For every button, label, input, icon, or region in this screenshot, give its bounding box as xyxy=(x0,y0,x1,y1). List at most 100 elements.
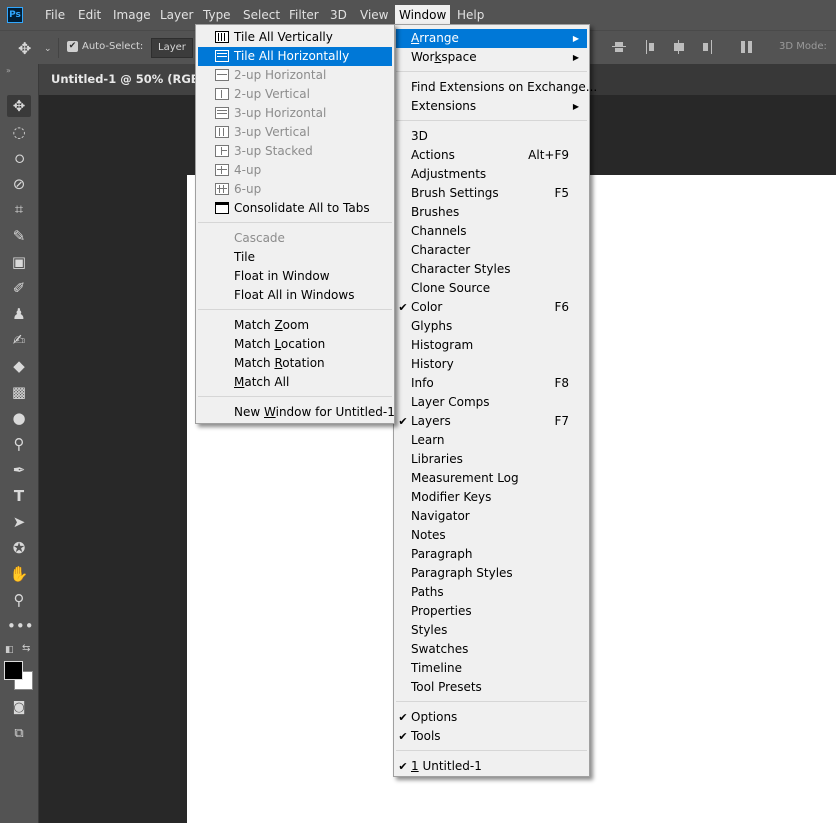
hand-tool-icon[interactable]: ✋ xyxy=(7,563,31,585)
quick-mask-icon[interactable]: ◙ xyxy=(7,697,31,719)
menu-item-swatches[interactable]: Swatches xyxy=(396,640,587,659)
menu-image[interactable]: Image xyxy=(113,7,151,23)
menu-item-info[interactable]: Info F8 xyxy=(396,374,587,393)
foreground-color-swatch[interactable] xyxy=(4,661,23,680)
more-tools-icon[interactable]: ••• xyxy=(7,615,34,637)
menu-file[interactable]: File xyxy=(45,7,65,23)
path-selection-tool-icon[interactable]: ➤ xyxy=(7,511,31,533)
menu-item-new-window-for-untitled-1[interactable]: New Window for Untitled-1 xyxy=(198,403,395,422)
menu-item-libraries[interactable]: Libraries xyxy=(396,450,587,469)
menu-item-modifier-keys[interactable]: Modifier Keys xyxy=(396,488,587,507)
move-tool-preset-icon[interactable]: ✥ xyxy=(18,40,36,58)
menu-item-3d[interactable]: 3D xyxy=(396,127,587,146)
shape-tool-icon[interactable]: ✪ xyxy=(7,537,31,559)
menu-item-notes[interactable]: Notes xyxy=(396,526,587,545)
menu-item-consolidate-all-to-tabs[interactable]: Consolidate All to Tabs xyxy=(198,199,392,218)
quick-selection-tool-icon[interactable]: ⊘ xyxy=(7,173,31,195)
menu-item-label: Actions xyxy=(411,148,455,162)
menu-item-tools[interactable]: ✔ Tools xyxy=(396,727,587,746)
default-colors-icon[interactable]: ◧ xyxy=(5,645,14,655)
tile-horizontal-icon xyxy=(215,50,229,62)
menu-item-tile[interactable]: Tile xyxy=(198,248,392,267)
menu-item-match-zoom[interactable]: Match Zoom xyxy=(198,316,392,335)
menu-item-character[interactable]: Character xyxy=(396,241,587,260)
menu-edit[interactable]: Edit xyxy=(78,7,101,23)
menu-item-timeline[interactable]: Timeline xyxy=(396,659,587,678)
menu-item-1-untitled-1[interactable]: ✔ 1 Untitled-1 xyxy=(396,757,587,776)
eyedropper-tool-icon[interactable]: ✎ xyxy=(7,225,31,247)
distribute-spacing-icon[interactable] xyxy=(740,40,754,54)
menu-filter[interactable]: Filter xyxy=(289,7,319,23)
crop-tool-icon[interactable]: ⌗ xyxy=(7,198,31,220)
marquee-tool-icon[interactable]: ◌ xyxy=(7,121,31,143)
menu-item-layers[interactable]: ✔ Layers F7 xyxy=(396,412,587,431)
menu-item-options[interactable]: ✔ Options xyxy=(396,708,587,727)
menu-item-glyphs[interactable]: Glyphs xyxy=(396,317,587,336)
menu-help[interactable]: Help xyxy=(457,7,484,23)
dodge-tool-icon[interactable]: ⚲ xyxy=(7,433,31,455)
menu-item-layer-comps[interactable]: Layer Comps xyxy=(396,393,587,412)
blur-tool-icon[interactable]: ● xyxy=(7,407,31,429)
menu-item-paths[interactable]: Paths xyxy=(396,583,587,602)
menu-item-channels[interactable]: Channels xyxy=(396,222,587,241)
auto-select-target-select[interactable]: Layer xyxy=(151,38,193,58)
menu-item-styles[interactable]: Styles xyxy=(396,621,587,640)
menu-item-actions[interactable]: Actions Alt+F9 xyxy=(396,146,587,165)
move-tool-icon[interactable]: ✥ xyxy=(7,95,31,117)
menu-view[interactable]: View xyxy=(360,7,388,23)
menu-item-extensions[interactable]: Extensions ▶ xyxy=(396,97,587,116)
menu-type[interactable]: Type xyxy=(203,7,231,23)
menu-item-paragraph[interactable]: Paragraph xyxy=(396,545,587,564)
menu-item-match-rotation[interactable]: Match Rotation xyxy=(198,354,392,373)
menu-item-measurement-log[interactable]: Measurement Log xyxy=(396,469,587,488)
swap-colors-icon[interactable]: ⇆ xyxy=(22,643,30,654)
distribute-right-icon[interactable] xyxy=(698,40,712,54)
eraser-tool-icon[interactable]: ◆ xyxy=(7,355,31,377)
pen-tool-icon[interactable]: ✒ xyxy=(7,459,31,481)
menu-layer[interactable]: Layer xyxy=(160,7,193,23)
menu-item-brushes[interactable]: Brushes xyxy=(396,203,587,222)
menu-item-tool-presets[interactable]: Tool Presets xyxy=(396,678,587,697)
tile-vertical-icon xyxy=(215,31,229,43)
menu-item-match-location[interactable]: Match Location xyxy=(198,335,392,354)
menu-3d[interactable]: 3D xyxy=(330,7,347,23)
gradient-tool-icon[interactable]: ▩ xyxy=(7,381,31,403)
menu-item-character-styles[interactable]: Character Styles xyxy=(396,260,587,279)
menu-item-workspace[interactable]: Workspace ▶ xyxy=(396,48,587,67)
distribute-centers-icon[interactable] xyxy=(672,40,686,54)
brush-tool-icon[interactable]: ✐ xyxy=(7,277,31,299)
menu-item-tile-all-vertically[interactable]: Tile All Vertically xyxy=(198,28,392,47)
menu-item-float-all-in-windows[interactable]: Float All in Windows xyxy=(198,286,392,305)
menu-item-color[interactable]: ✔ Color F6 xyxy=(396,298,587,317)
menu-item-tile-all-horizontally[interactable]: Tile All Horizontally xyxy=(198,47,392,66)
menu-item-float-in-window[interactable]: Float in Window xyxy=(198,267,392,286)
menu-select[interactable]: Select xyxy=(243,7,280,23)
collapse-panel-icon[interactable]: » xyxy=(6,66,11,75)
menu-item-history[interactable]: History xyxy=(396,355,587,374)
menu-item-find-extensions-on-exchange[interactable]: Find Extensions on Exchange... xyxy=(396,78,597,97)
3d-mode-label: 3D Mode: xyxy=(779,41,827,52)
screen-mode-icon[interactable]: ⧉ xyxy=(7,723,31,745)
history-brush-tool-icon[interactable]: ✍ xyxy=(7,329,31,351)
distribute-left-icon[interactable] xyxy=(646,40,660,54)
menu-item-histogram[interactable]: Histogram xyxy=(396,336,587,355)
menu-item-arrange[interactable]: Arrange ▶ xyxy=(396,29,587,48)
menu-item-match-all[interactable]: Match All xyxy=(198,373,392,392)
align-vertical-centers-icon[interactable] xyxy=(612,40,626,54)
type-tool-icon[interactable]: T xyxy=(7,485,31,507)
menu-item-paragraph-styles[interactable]: Paragraph Styles xyxy=(396,564,587,583)
menu-item-adjustments[interactable]: Adjustments xyxy=(396,165,587,184)
menu-item-clone-source[interactable]: Clone Source xyxy=(396,279,587,298)
lasso-tool-icon[interactable]: ഠ xyxy=(7,147,31,169)
menu-item-navigator[interactable]: Navigator xyxy=(396,507,587,526)
auto-select-checkbox[interactable]: ✔ xyxy=(67,41,78,52)
clone-stamp-tool-icon[interactable]: ♟ xyxy=(7,303,31,325)
zoom-tool-icon[interactable]: ⚲ xyxy=(7,589,31,611)
spot-healing-tool-icon[interactable]: ▣ xyxy=(7,251,31,273)
chevron-down-icon[interactable]: ⌄ xyxy=(44,44,52,54)
menu-item-brush-settings[interactable]: Brush Settings F5 xyxy=(396,184,587,203)
menu-item-learn[interactable]: Learn xyxy=(396,431,587,450)
menu-window[interactable]: Window xyxy=(395,5,451,25)
photoshop-logo[interactable]: Ps xyxy=(7,7,23,23)
menu-item-properties[interactable]: Properties xyxy=(396,602,587,621)
